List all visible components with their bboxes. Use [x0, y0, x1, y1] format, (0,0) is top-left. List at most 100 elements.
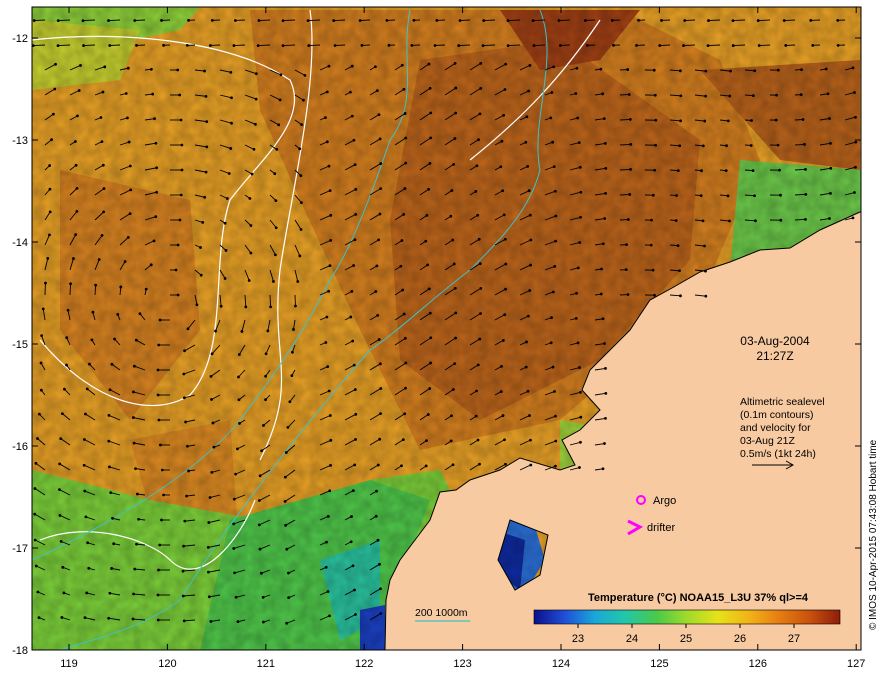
velocity-arrow-head	[325, 90, 329, 94]
velocity-arrow-head	[264, 352, 268, 356]
velocity-arrow-head	[350, 114, 354, 118]
velocity-arrow-head	[579, 415, 583, 419]
velocity-arrow-head	[108, 591, 112, 595]
velocity-arrow-head	[290, 374, 294, 378]
velocity-arrow-head	[527, 89, 531, 93]
lon-tick-label: 125	[650, 658, 668, 670]
velocity-arrow-head	[782, 19, 786, 22]
velocity-arrow-head	[264, 398, 267, 402]
altimetry-line-4: 03-Aug 21Z	[740, 435, 795, 447]
velocity-arrow-head	[36, 590, 40, 594]
velocity-arrow-head	[178, 93, 182, 97]
velocity-arrow-head	[627, 93, 631, 96]
velocity-arrow-head	[79, 64, 82, 67]
velocity-arrow-head	[551, 365, 555, 369]
velocity-arrow-head	[836, 43, 840, 47]
velocity-arrow-head	[731, 19, 735, 22]
velocity-arrow-head	[624, 268, 628, 272]
velocity-arrow-head	[109, 491, 113, 495]
velocity-arrow-head	[351, 339, 355, 343]
velocity-arrow-head	[58, 462, 62, 466]
velocity-arrow-head	[403, 336, 407, 340]
velocity-arrow-head	[476, 438, 480, 442]
velocity-arrow-head	[502, 113, 506, 117]
velocity-arrow-head	[160, 518, 163, 522]
velocity-arrow-head	[207, 521, 211, 524]
velocity-arrow-head	[528, 289, 532, 292]
velocity-arrow-head	[854, 165, 857, 169]
velocity-arrow-head	[704, 69, 708, 73]
velocity-arrow-head	[478, 112, 482, 116]
velocity-arrow	[659, 44, 671, 46]
velocity-arrow-head	[133, 19, 137, 22]
velocity-arrow-head	[629, 168, 632, 171]
velocity-arrow	[308, 19, 321, 22]
velocity-arrow-head	[180, 143, 184, 147]
velocity-arrow-head	[836, 18, 840, 22]
velocity-arrow-head	[183, 349, 186, 353]
lon-tick-label: 127	[847, 658, 865, 670]
velocity-arrow-head	[660, 19, 663, 22]
velocity-arrow-head	[48, 187, 52, 191]
velocity-arrow-head	[207, 570, 210, 574]
velocity-arrow-head	[726, 194, 730, 198]
velocity-arrow-head	[654, 143, 657, 147]
velocity-arrow-head	[635, 44, 638, 47]
velocity-arrow-head	[701, 144, 705, 148]
velocity-arrow-head	[176, 68, 180, 72]
velocity-arrow-head	[453, 137, 457, 140]
velocity-arrow-head	[576, 266, 580, 270]
velocity-arrow-head	[303, 73, 307, 77]
velocity-arrow-head	[376, 463, 380, 467]
velocity-arrow-head	[403, 187, 407, 190]
velocity-arrow-head	[350, 515, 353, 518]
velocity-arrow-head	[776, 143, 780, 147]
velocity-arrow-head	[378, 562, 381, 566]
velocity-arrow-head	[119, 285, 123, 289]
velocity-arrow-head	[402, 87, 406, 91]
velocity-arrow-head	[374, 290, 378, 293]
velocity-arrow	[108, 19, 121, 22]
velocity-arrow-head	[503, 313, 507, 317]
velocity-arrow-head	[252, 147, 256, 151]
velocity-arrow-head	[208, 44, 212, 47]
velocity-arrow-head	[678, 69, 682, 73]
velocity-arrow-head	[132, 592, 135, 596]
velocity-arrow-head	[85, 387, 89, 391]
velocity-arrow-head	[529, 438, 532, 442]
velocity-arrow	[533, 19, 546, 22]
velocity-arrow-head	[272, 280, 275, 283]
velocity-arrow	[619, 194, 630, 196]
velocity-arrow-head	[107, 19, 110, 22]
velocity-arrow-head	[354, 187, 358, 191]
velocity-arrow-head	[379, 162, 383, 165]
velocity-arrow-head	[283, 499, 287, 503]
velocity-arrow-head	[353, 588, 356, 592]
velocity-arrow-head	[302, 98, 305, 102]
velocity-arrow-head	[185, 43, 189, 47]
velocity-arrow-head	[247, 279, 251, 282]
velocity-arrow-head	[653, 293, 656, 297]
velocity-arrow-head	[402, 312, 406, 316]
velocity-arrow-head	[506, 44, 510, 47]
velocity-arrow-head	[404, 161, 408, 165]
velocity-arrow-head	[100, 140, 104, 144]
velocity-arrow-head	[553, 390, 556, 393]
velocity-arrow-head	[353, 463, 357, 467]
velocity-arrow-head	[149, 67, 153, 71]
velocity-arrow-head	[34, 461, 38, 465]
velocity-arrow-head	[427, 287, 431, 291]
velocity-arrow-head	[299, 174, 303, 178]
velocity-arrow-head	[152, 239, 156, 243]
velocity-arrow-head	[352, 363, 356, 367]
velocity-arrow-head	[126, 236, 130, 239]
velocity-arrow-head	[425, 214, 429, 217]
velocity-arrow-head	[181, 594, 185, 598]
velocity-arrow-head	[329, 464, 332, 467]
velocity-arrow-head	[324, 116, 327, 120]
velocity-arrow-head	[39, 361, 43, 365]
velocity-arrow-head	[478, 337, 482, 341]
velocity-arrow-head	[579, 390, 582, 394]
velocity-arrow-head	[626, 218, 630, 221]
velocity-arrow-head	[354, 613, 357, 616]
